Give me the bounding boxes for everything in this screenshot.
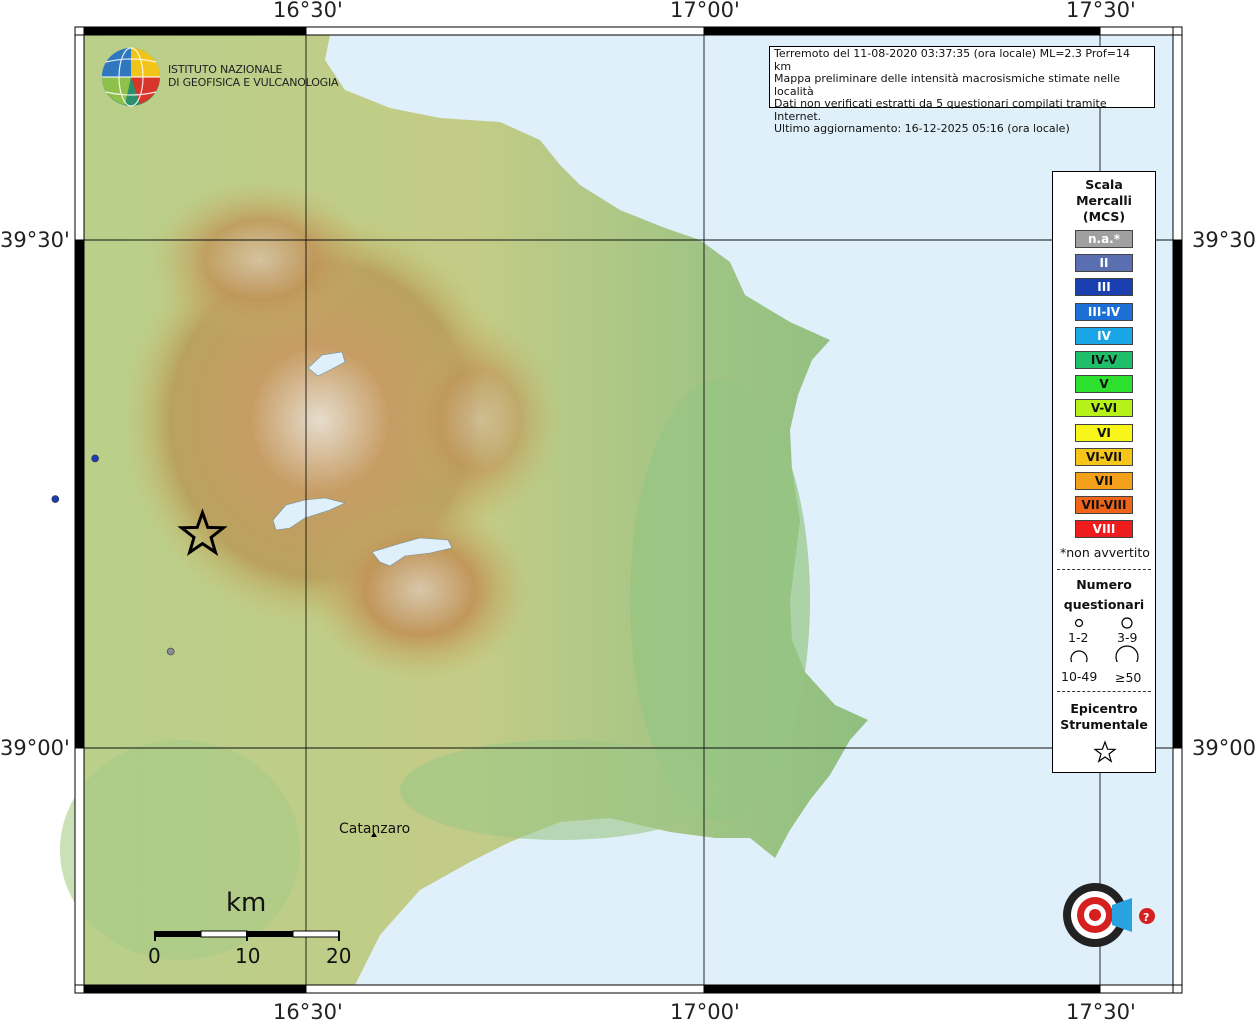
info-line: Dati non verificati estratti da 5 questi… bbox=[774, 97, 1107, 123]
institute-name: ISTITUTO NAZIONALE DI GEOFISICA E VULCAN… bbox=[168, 63, 339, 89]
lowland bbox=[60, 740, 300, 960]
legend-divider bbox=[1057, 691, 1151, 692]
epicenter-title: Epicentro Strumentale bbox=[1053, 701, 1155, 733]
count-symbol-50 bbox=[1115, 645, 1139, 662]
count-title-line: Numero bbox=[1076, 577, 1132, 592]
bottom-tick-label: 17°30' bbox=[1066, 1000, 1136, 1024]
scale-label: 10 bbox=[235, 944, 261, 968]
institute-line2: DI GEOFISICA E VULCANOLOGIA bbox=[168, 75, 339, 89]
legend-swatch: n.a.* bbox=[1075, 230, 1133, 248]
legend-swatch: VIII bbox=[1075, 520, 1133, 539]
lowland bbox=[400, 740, 720, 840]
info-line: Mappa preliminare delle intensità macros… bbox=[774, 72, 1120, 98]
legend-swatch: V-VI bbox=[1075, 399, 1133, 418]
legend-swatch: III bbox=[1075, 278, 1133, 297]
legend-swatch: V bbox=[1075, 375, 1133, 394]
count-title: Numero questionari bbox=[1053, 575, 1155, 615]
svg-text:?: ? bbox=[1143, 911, 1149, 924]
scale-unit: km bbox=[226, 888, 267, 918]
count-symbol-10-49 bbox=[1070, 650, 1088, 662]
mcs-legend: Scala Mercalli (MCS) n.a.* II III III-IV IV I… bbox=[1052, 171, 1156, 773]
legend-title-line: Scala bbox=[1085, 177, 1123, 192]
legend-swatch: IV-V bbox=[1075, 351, 1133, 369]
legend-divider bbox=[1057, 569, 1151, 570]
legend-swatch: IV bbox=[1075, 326, 1133, 345]
bottom-tick-label: 17°00' bbox=[670, 1000, 740, 1024]
legend-title-line: (MCS) bbox=[1082, 209, 1126, 224]
epicenter-star-icon bbox=[1093, 740, 1117, 763]
epicenter-title-line: Strumentale bbox=[1060, 717, 1148, 732]
mountain-range bbox=[310, 500, 530, 680]
top-tick-label: 17°00' bbox=[670, 0, 740, 22]
top-tick-label: 16°30' bbox=[273, 0, 343, 22]
top-tick-label: 17°30' bbox=[1066, 0, 1136, 22]
left-tick-label: 39°30' bbox=[0, 228, 70, 252]
legend-swatch: VII bbox=[1075, 472, 1133, 490]
observation-point[interactable] bbox=[166, 647, 175, 656]
observation-point[interactable] bbox=[91, 454, 99, 463]
info-line: Terremoto del 11-08-2020 03:37:35 (ora l… bbox=[774, 47, 1130, 73]
count-symbol-3-9 bbox=[1121, 617, 1133, 629]
ingv-globe-icon bbox=[102, 47, 160, 107]
institute-line1: ISTITUTO NAZIONALE bbox=[168, 63, 283, 76]
mountain-range bbox=[150, 180, 370, 340]
right-tick-label: 39°30' bbox=[1192, 228, 1256, 252]
count-label: 10-49 bbox=[1061, 669, 1098, 684]
legend-swatch: VI-VII bbox=[1075, 447, 1133, 466]
legend-swatch: VII-VIII bbox=[1075, 496, 1133, 515]
count-label: 3-9 bbox=[1117, 630, 1138, 645]
scale-label: 20 bbox=[326, 944, 352, 968]
right-tick-label: 39°00' bbox=[1192, 736, 1256, 760]
scale-label: 0 bbox=[148, 944, 161, 968]
mountain-range bbox=[400, 320, 560, 520]
info-line: Ultimo aggiornamento: 16-12-2025 05:16 (… bbox=[774, 122, 1070, 135]
bottom-tick-label: 16°30' bbox=[273, 1000, 343, 1024]
legend-swatch: III-IV bbox=[1075, 302, 1133, 321]
count-symbol-1-2 bbox=[1074, 618, 1084, 628]
count-label: ≥50 bbox=[1115, 670, 1142, 685]
legend-swatch: II bbox=[1075, 254, 1133, 273]
legend-title: Scala Mercalli (MCS) bbox=[1053, 177, 1155, 225]
legend-swatch: VI bbox=[1075, 423, 1133, 442]
legend-title-line: Mercalli bbox=[1076, 193, 1132, 208]
event-info-box: Terremoto del 11-08-2020 03:37:35 (ora l… bbox=[769, 46, 1155, 135]
epicenter-title-line: Epicentro bbox=[1070, 701, 1138, 716]
city-label: Catanzaro bbox=[339, 821, 411, 837]
legend-footnote: *non avvertito bbox=[1060, 545, 1150, 560]
observation-point[interactable] bbox=[51, 495, 60, 503]
left-tick-label: 39°00' bbox=[0, 736, 70, 760]
count-label: 1-2 bbox=[1068, 630, 1089, 645]
